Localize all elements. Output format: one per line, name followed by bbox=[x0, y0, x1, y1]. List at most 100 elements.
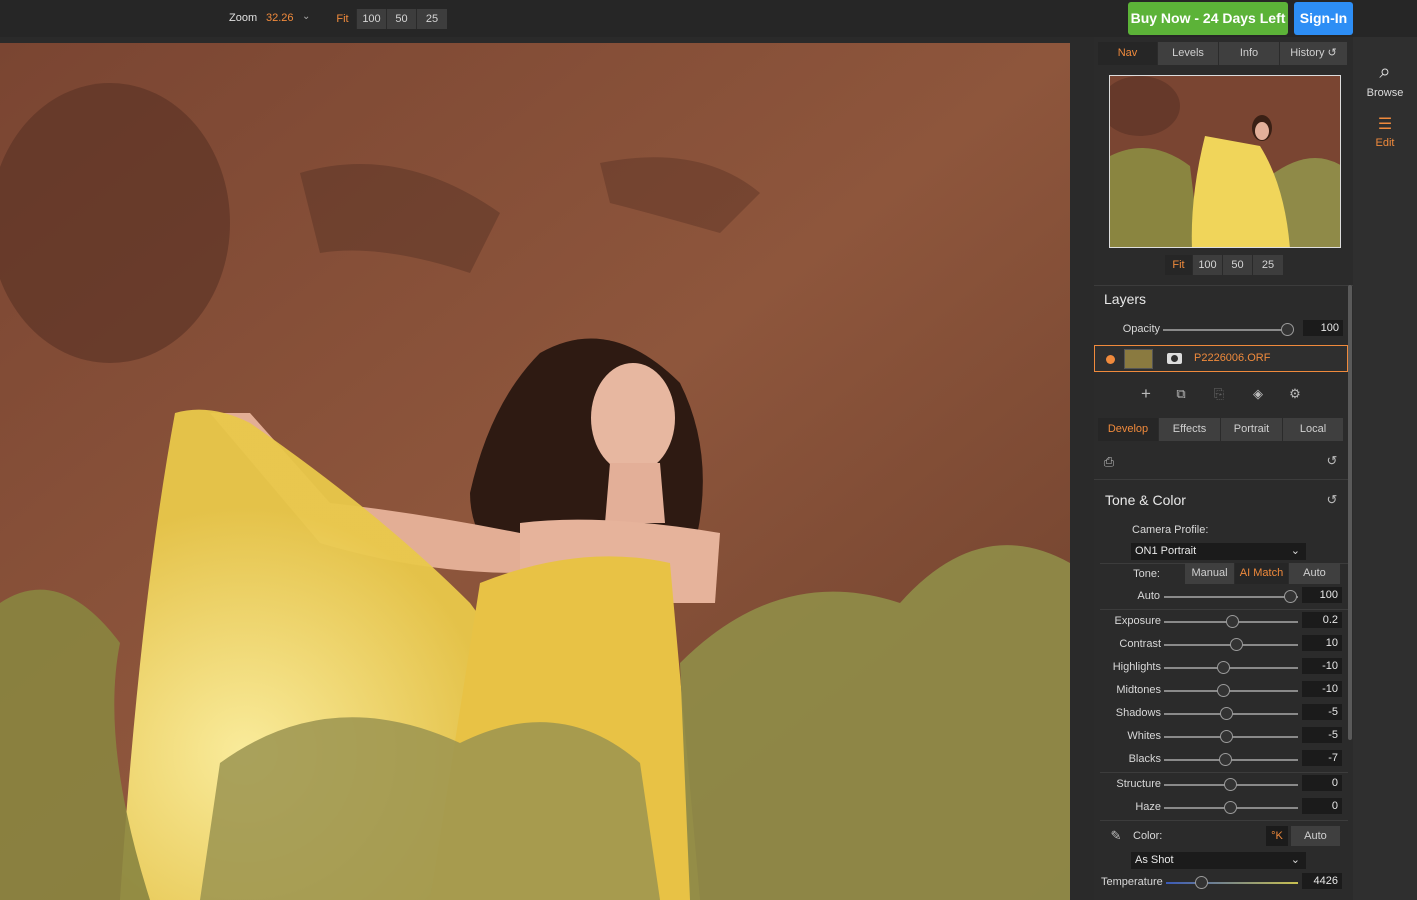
midtones-value[interactable]: -10 bbox=[1302, 681, 1342, 697]
eyedropper-icon[interactable]: ✎ bbox=[1108, 828, 1124, 844]
opacity-slider[interactable] bbox=[1163, 323, 1294, 336]
contrast-slider[interactable] bbox=[1164, 638, 1298, 651]
reset-develop-icon[interactable]: ↺ bbox=[1324, 453, 1340, 469]
tab-levels[interactable]: Levels bbox=[1158, 42, 1219, 65]
tab-nav[interactable]: Nav bbox=[1098, 42, 1158, 65]
white-balance-value: As Shot bbox=[1135, 854, 1174, 866]
blacks-slider[interactable] bbox=[1164, 753, 1298, 766]
nav-zoom-25-button[interactable]: 25 bbox=[1253, 255, 1283, 275]
reset-tone-color-icon[interactable]: ↺ bbox=[1324, 492, 1340, 508]
temperature-slider-knob[interactable] bbox=[1195, 876, 1208, 889]
photo-image bbox=[0, 43, 1070, 900]
auto-value[interactable]: 100 bbox=[1302, 587, 1342, 603]
tone-color-title: Tone & Color bbox=[1105, 492, 1186, 508]
color-auto-button[interactable]: Auto bbox=[1291, 826, 1340, 846]
nav-zoom-group: Fit 100 50 25 bbox=[1165, 255, 1283, 275]
camera-profile-select[interactable]: ON1 Portrait ⌄ bbox=[1131, 543, 1306, 560]
whites-slider[interactable] bbox=[1164, 730, 1298, 743]
white-balance-select[interactable]: As Shot ⌄ bbox=[1131, 852, 1306, 869]
kelvin-toggle[interactable]: °K bbox=[1266, 826, 1288, 846]
divider bbox=[1094, 479, 1348, 480]
structure-slider-knob[interactable] bbox=[1224, 778, 1237, 791]
zoom-25-button[interactable]: 25 bbox=[417, 9, 447, 29]
opacity-label: Opacity bbox=[1122, 323, 1160, 335]
tone-manual-button[interactable]: Manual bbox=[1185, 563, 1235, 584]
nav-zoom-100-button[interactable]: 100 bbox=[1193, 255, 1223, 275]
tab-info[interactable]: Info bbox=[1219, 42, 1280, 65]
exposure-slider-knob[interactable] bbox=[1226, 615, 1239, 628]
shadows-slider[interactable] bbox=[1164, 707, 1298, 720]
haze-slider[interactable] bbox=[1164, 801, 1298, 814]
shadows-slider-knob[interactable] bbox=[1220, 707, 1233, 720]
contrast-slider-knob[interactable] bbox=[1230, 638, 1243, 651]
structure-value[interactable]: 0 bbox=[1302, 775, 1342, 791]
opacity-slider-knob[interactable] bbox=[1281, 323, 1294, 336]
layers-title: Layers bbox=[1104, 291, 1147, 307]
midtones-label: Midtones bbox=[1116, 684, 1161, 696]
structure-slider[interactable] bbox=[1164, 778, 1298, 791]
contrast-value[interactable]: 10 bbox=[1302, 635, 1342, 651]
browse-module[interactable]: ⌕ Browse bbox=[1353, 61, 1417, 99]
panel-scrollbar[interactable] bbox=[1348, 285, 1352, 740]
delete-layer-icon[interactable]: ⎘ bbox=[1211, 386, 1227, 402]
zoom-preset-group: Fit 100 50 25 bbox=[329, 9, 447, 29]
whites-value[interactable]: -5 bbox=[1302, 727, 1342, 743]
add-layer-icon[interactable]: + bbox=[1138, 384, 1154, 404]
zoom-value[interactable]: 32.26 bbox=[266, 12, 294, 24]
exposure-value[interactable]: 0.2 bbox=[1302, 612, 1342, 628]
zoom-50-button[interactable]: 50 bbox=[387, 9, 417, 29]
color-label: Color: bbox=[1133, 830, 1163, 842]
highlights-slider[interactable] bbox=[1164, 661, 1298, 674]
tab-portrait[interactable]: Portrait bbox=[1221, 418, 1283, 441]
chevron-down-icon[interactable]: ⌄ bbox=[302, 11, 310, 22]
zoom-100-button[interactable]: 100 bbox=[357, 9, 387, 29]
presets-icon[interactable]: ⎙ bbox=[1102, 454, 1116, 470]
opacity-value[interactable]: 100 bbox=[1303, 320, 1343, 336]
duplicate-layer-icon[interactable]: ⧉ bbox=[1173, 386, 1189, 402]
haze-slider-knob[interactable] bbox=[1224, 801, 1237, 814]
zoom-fit-button[interactable]: Fit bbox=[329, 9, 357, 29]
shadows-value[interactable]: -5 bbox=[1302, 704, 1342, 720]
tone-auto-button[interactable]: Auto bbox=[1289, 563, 1340, 584]
whites-slider-knob[interactable] bbox=[1220, 730, 1233, 743]
tab-effects[interactable]: Effects bbox=[1159, 418, 1221, 441]
tone-ai-match-button[interactable]: AI Match bbox=[1235, 563, 1289, 584]
buy-now-button[interactable]: Buy Now - 24 Days Left bbox=[1128, 2, 1288, 35]
history-reset-icon: ↺ bbox=[1327, 47, 1337, 59]
divider bbox=[1100, 820, 1348, 821]
layer-visibility-icon[interactable] bbox=[1106, 355, 1115, 364]
right-panel: Nav Levels Info History ↺ Fit 100 50 25 … bbox=[1094, 37, 1353, 900]
whites-label: Whites bbox=[1127, 730, 1161, 742]
haze-label: Haze bbox=[1135, 801, 1161, 813]
merge-layers-icon[interactable]: ◈ bbox=[1250, 386, 1266, 402]
temperature-slider[interactable] bbox=[1166, 876, 1298, 889]
highlights-slider-knob[interactable] bbox=[1217, 661, 1230, 674]
layer-row[interactable]: P2226006.ORF bbox=[1094, 345, 1348, 372]
photo-canvas[interactable] bbox=[0, 43, 1070, 900]
nav-zoom-fit-button[interactable]: Fit bbox=[1165, 255, 1193, 275]
midtones-slider[interactable] bbox=[1164, 684, 1298, 697]
structure-label: Structure bbox=[1116, 778, 1161, 790]
layer-settings-icon[interactable]: ⚙ bbox=[1287, 386, 1303, 402]
haze-value[interactable]: 0 bbox=[1302, 798, 1342, 814]
tab-local[interactable]: Local bbox=[1283, 418, 1343, 441]
highlights-value[interactable]: -10 bbox=[1302, 658, 1342, 674]
divider bbox=[1100, 772, 1348, 773]
layer-name: P2226006.ORF bbox=[1194, 352, 1271, 364]
temperature-value[interactable]: 4426 bbox=[1302, 873, 1342, 889]
exposure-slider[interactable] bbox=[1164, 615, 1298, 628]
auto-slider-knob[interactable] bbox=[1284, 590, 1297, 603]
tab-history[interactable]: History ↺ bbox=[1280, 42, 1347, 65]
midtones-slider-knob[interactable] bbox=[1217, 684, 1230, 697]
navigator-thumbnail[interactable] bbox=[1109, 75, 1341, 248]
sign-in-button[interactable]: Sign-In bbox=[1294, 2, 1353, 35]
layer-mask-icon[interactable] bbox=[1167, 353, 1182, 364]
auto-slider[interactable] bbox=[1164, 590, 1298, 603]
blacks-slider-knob[interactable] bbox=[1219, 753, 1232, 766]
edit-sliders-icon: ☰ bbox=[1377, 116, 1393, 133]
module-sidebar: ⌕ Browse ☰ Edit bbox=[1353, 37, 1417, 900]
nav-zoom-50-button[interactable]: 50 bbox=[1223, 255, 1253, 275]
tab-develop[interactable]: Develop bbox=[1098, 418, 1159, 441]
blacks-value[interactable]: -7 bbox=[1302, 750, 1342, 766]
edit-module[interactable]: ☰ Edit bbox=[1353, 114, 1417, 149]
